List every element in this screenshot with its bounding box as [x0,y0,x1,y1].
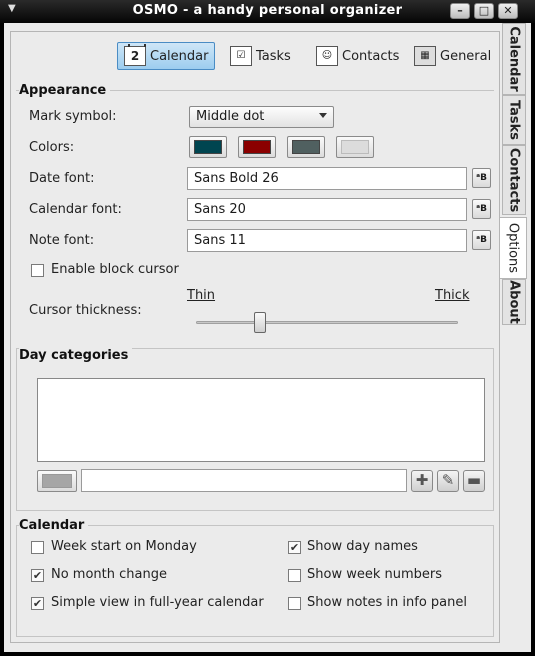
mark-symbol-combo[interactable]: Middle dot [189,106,334,128]
show-notes-info-panel-label: Show notes in info panel [307,595,467,610]
sidebar-tab-options-label: Options [505,222,521,274]
remove-category-button[interactable]: ▬ [463,470,485,492]
show-week-numbers-checkbox[interactable] [288,569,301,582]
cursor-thickness-slider[interactable] [196,321,458,324]
date-font-label: Date font: [29,171,95,186]
contacts-icon: ☺ [316,46,338,66]
edit-icon: ✎ [441,471,455,489]
color-swatch-2 [243,140,271,154]
category-name-field[interactable] [81,469,407,492]
sidebar-tab-about-label: About [506,280,522,324]
color-button-4[interactable] [336,136,374,158]
day-categories-list[interactable] [37,378,485,462]
title-bar: ▼ OSMO - a handy personal organizer – □ … [0,0,535,23]
sidebar-tab-calendar-label: Calendar [506,26,522,92]
sidebar-tab-tasks-label: Tasks [506,99,522,141]
color-swatch-1 [194,140,222,154]
maximize-button[interactable]: □ [474,3,494,19]
calendar-font-field[interactable]: Sans 20 [187,198,467,221]
cursor-thickness-label: Cursor thickness: [29,303,142,318]
plus-icon: ✚ [415,471,429,489]
tab-tasks-label: Tasks [256,48,291,64]
close-button[interactable]: ✕ [498,3,518,19]
color-swatch-3 [292,140,320,154]
minimize-button[interactable]: – [450,3,470,19]
week-start-monday-checkbox[interactable] [31,541,44,554]
sidebar-tab-contacts-label: Contacts [506,147,522,213]
chevron-down-icon [319,113,327,118]
calendar-font-label: Calendar font: [29,202,122,217]
mark-symbol-label: Mark symbol: [29,109,117,124]
color-button-1[interactable] [189,136,227,158]
show-day-names-checkbox[interactable]: ✔ [288,541,301,554]
date-font-field[interactable]: Sans Bold 26 [187,167,467,190]
tab-contacts[interactable]: ☺ Contacts [310,42,405,70]
block-cursor-label: Enable block cursor [51,262,179,277]
simple-view-label: Simple view in full-year calendar [51,595,264,610]
tab-calendar[interactable]: 2 Calendar [117,42,216,70]
tab-tasks[interactable]: ☑ Tasks [224,42,297,70]
cursor-thickness-slider-handle[interactable] [254,312,266,333]
sidebar-tabs: Calendar Tasks Contacts Options About [500,23,529,635]
block-cursor-checkbox[interactable] [31,264,44,277]
options-panel: 2 Calendar ☑ Tasks ☺ Contacts ▦ General … [10,31,500,643]
mark-symbol-value: Middle dot [196,109,265,124]
add-category-button[interactable]: ✚ [411,470,433,492]
color-swatch-4 [341,140,369,154]
color-button-2[interactable] [238,136,276,158]
show-notes-info-panel-checkbox[interactable] [288,597,301,610]
note-font-select-button[interactable]: ᵃB [472,230,491,250]
day-categories-legend: Day categories [19,348,133,363]
calendar-legend: Calendar [19,518,89,533]
edit-category-button[interactable]: ✎ [437,470,459,492]
general-icon: ▦ [414,46,436,66]
sidebar-tab-options[interactable]: Options [500,217,527,279]
calendar-font-select-button[interactable]: ᵃB [472,199,491,219]
show-week-numbers-label: Show week numbers [307,567,443,582]
options-tab-bar: 2 Calendar ☑ Tasks ☺ Contacts ▦ General [11,42,499,76]
sidebar-tab-tasks[interactable]: Tasks [502,95,526,145]
minus-icon: ▬ [466,471,482,489]
category-color-swatch [42,474,72,488]
tab-general[interactable]: ▦ General [408,42,497,70]
calendar-icon: 2 [124,44,146,66]
simple-view-checkbox[interactable]: ✔ [31,597,44,610]
category-color-button[interactable] [37,470,77,492]
tasks-icon: ☑ [230,46,252,66]
tab-general-label: General [440,48,492,64]
color-button-3[interactable] [287,136,325,158]
sidebar-tab-calendar[interactable]: Calendar [502,23,526,95]
colors-label: Colors: [29,140,75,155]
tab-contacts-label: Contacts [342,48,400,64]
no-month-change-label: No month change [51,567,167,582]
sidebar-tab-contacts[interactable]: Contacts [502,145,526,215]
appearance-legend: Appearance [19,83,111,98]
note-font-label: Note font: [29,233,95,248]
sidebar-tab-about[interactable]: About [502,279,526,325]
show-day-names-label: Show day names [307,539,418,554]
date-font-select-button[interactable]: ᵃB [472,168,491,188]
no-month-change-checkbox[interactable]: ✔ [31,569,44,582]
thick-label: Thick [435,288,470,303]
tab-calendar-label: Calendar [150,48,209,64]
note-font-field[interactable]: Sans 11 [187,229,467,252]
thin-label: Thin [187,288,216,303]
week-start-monday-label: Week start on Monday [51,539,197,554]
window-client-area: 2 Calendar ☑ Tasks ☺ Contacts ▦ General … [4,23,531,652]
